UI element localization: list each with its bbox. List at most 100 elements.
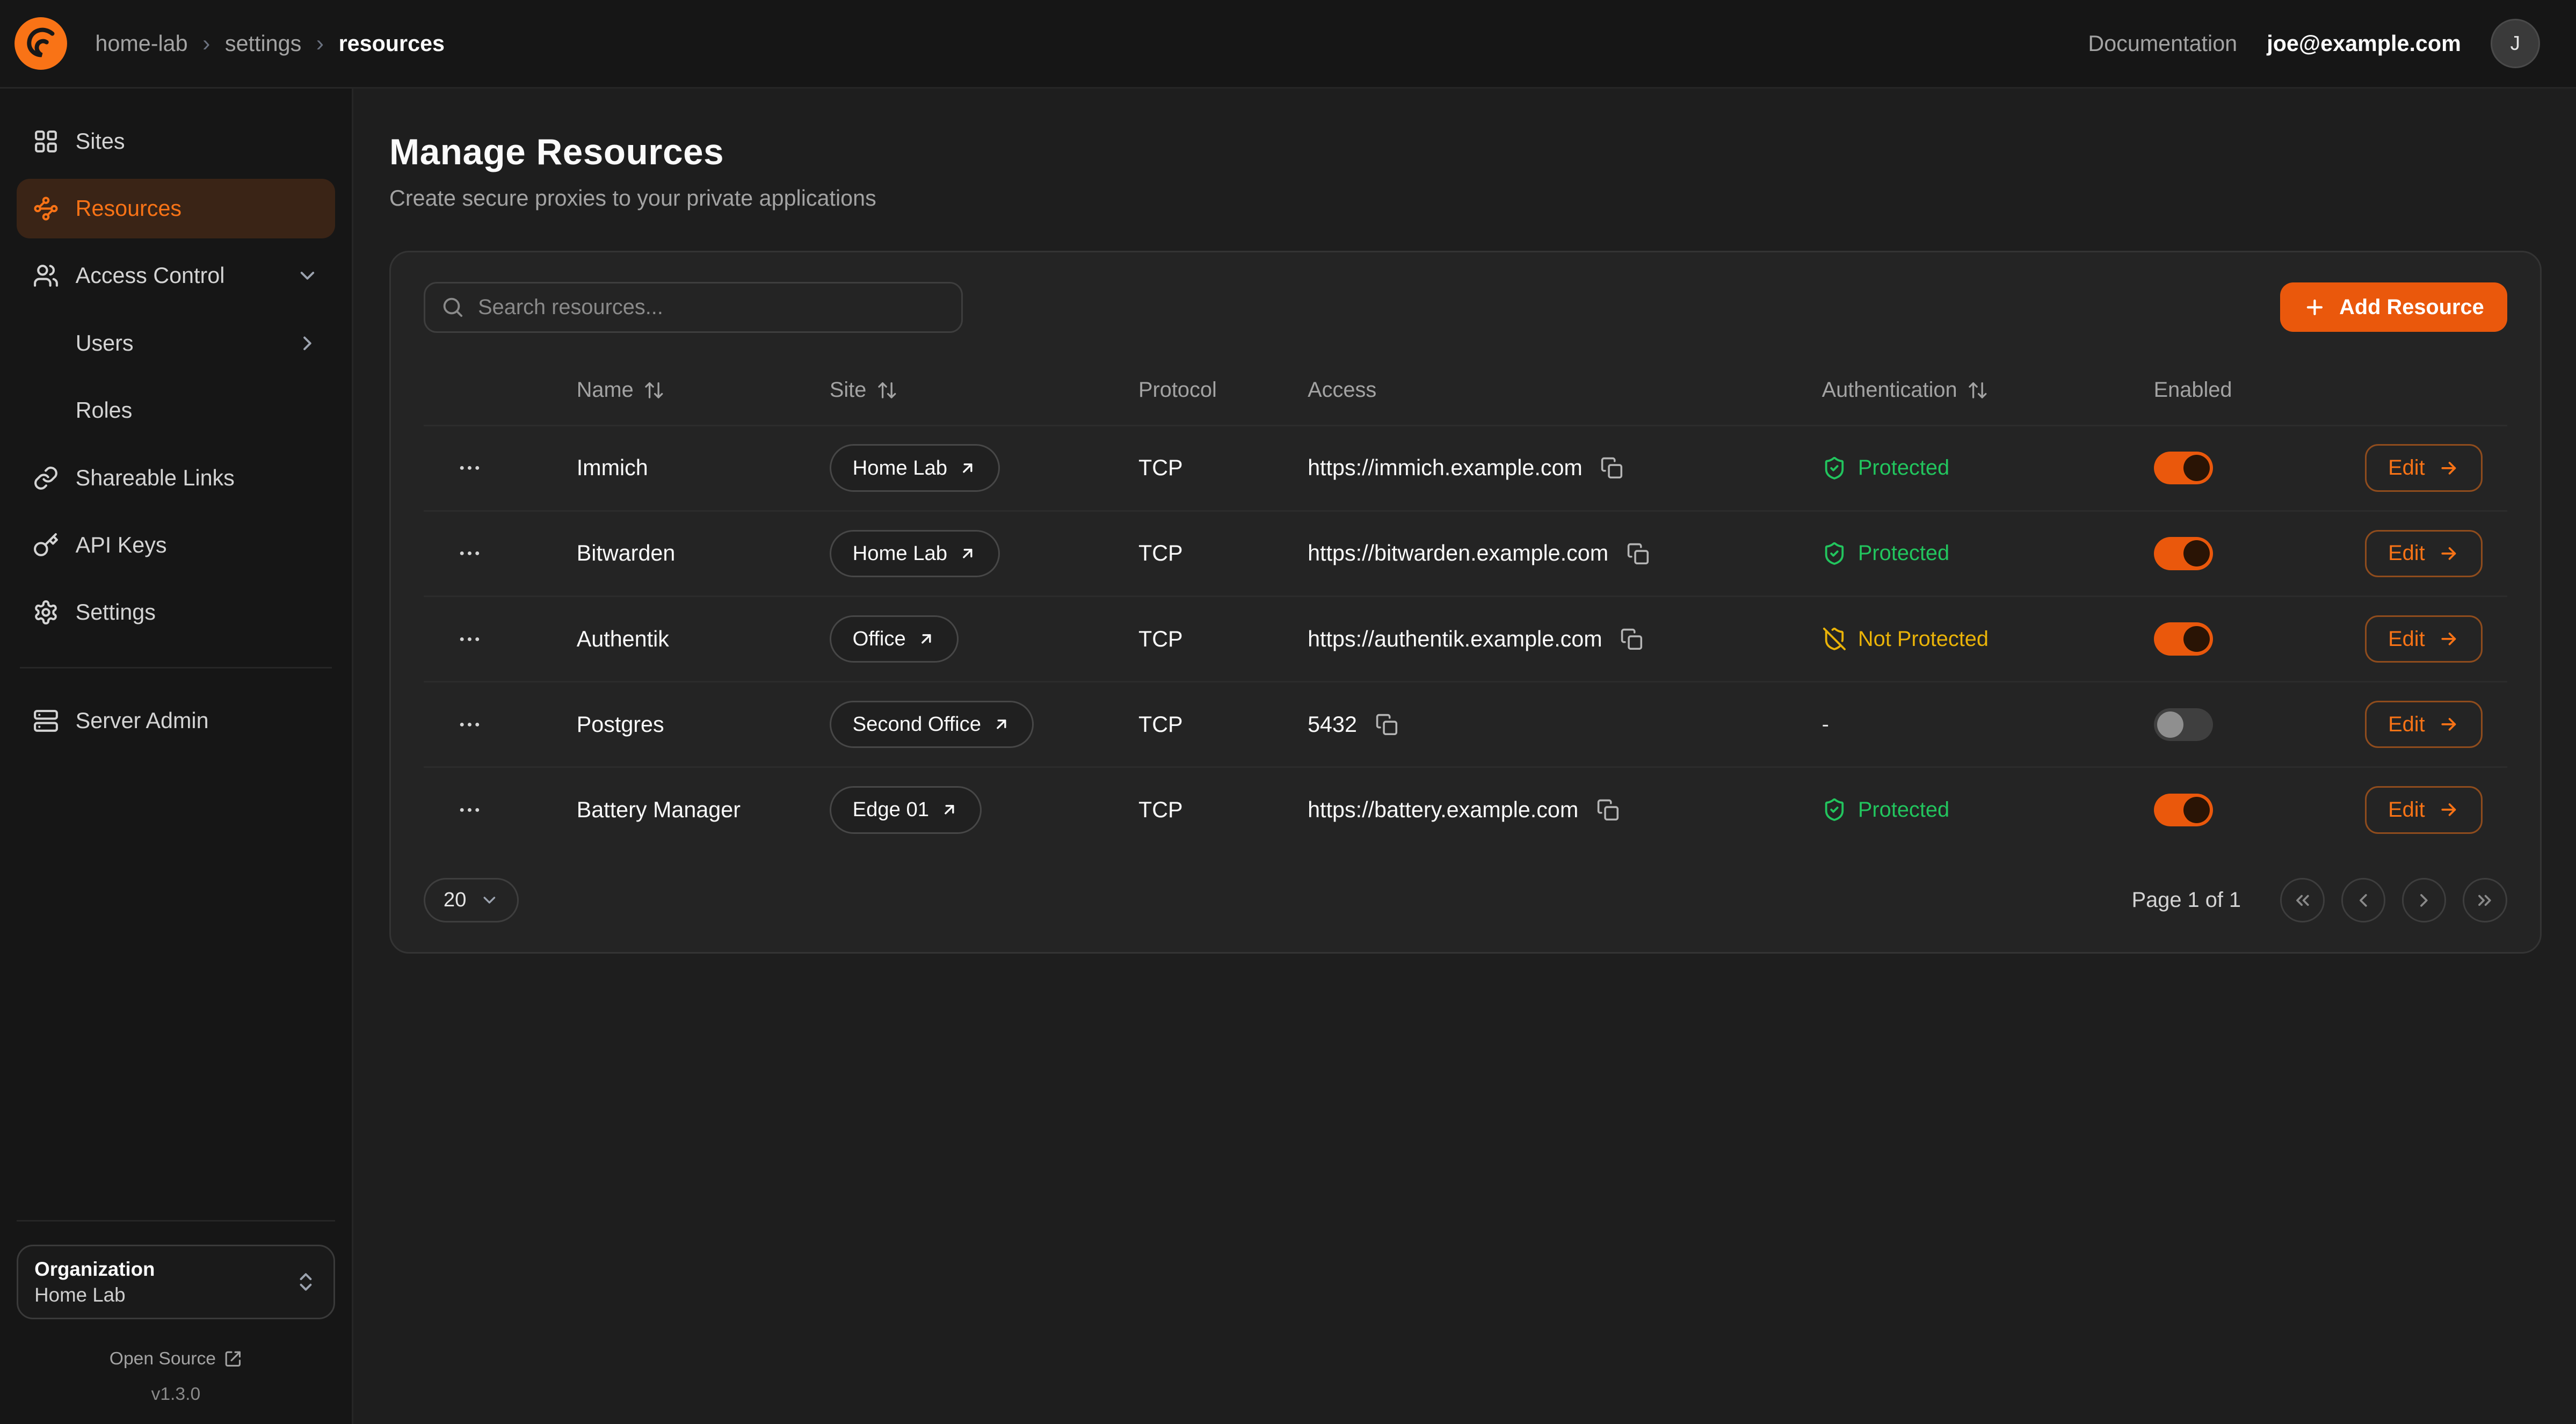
sidebar-item-access-control[interactable]: Access Control <box>17 246 336 306</box>
enabled-toggle[interactable] <box>2154 708 2213 741</box>
last-page-button[interactable] <box>2463 878 2507 922</box>
sidebar-item-label: Roles <box>76 398 133 423</box>
sidebar-item-settings[interactable]: Settings <box>17 583 336 642</box>
sort-icon <box>1967 380 1989 401</box>
chevron-down-icon <box>480 890 499 910</box>
enabled-toggle[interactable] <box>2154 537 2213 570</box>
shield-off-icon <box>1822 627 1847 651</box>
resource-name: Authentik <box>577 627 830 652</box>
auth-status: - <box>1822 713 2154 737</box>
protocol: TCP <box>1138 797 1308 823</box>
external-link-icon <box>224 1350 242 1368</box>
search-box <box>424 282 962 333</box>
column-header-authentication[interactable]: Authentication <box>1822 378 2154 402</box>
plus-icon <box>2303 296 2326 319</box>
open-source-link[interactable]: Open Source <box>17 1349 336 1369</box>
column-header-name[interactable]: Name <box>577 378 830 402</box>
sidebar-item-users[interactable]: Users <box>17 314 336 373</box>
site-link[interactable]: Home Lab <box>830 444 1000 492</box>
row-actions-button[interactable] <box>450 619 489 658</box>
copy-button[interactable] <box>1617 624 1646 653</box>
page-size-select[interactable]: 20 <box>424 878 519 922</box>
column-header-site[interactable]: Site <box>830 378 1138 402</box>
breadcrumb-separator: › <box>316 31 324 57</box>
auth-status: Protected <box>1822 456 2154 481</box>
app-logo[interactable] <box>13 16 69 71</box>
search-icon <box>440 295 465 319</box>
ellipsis-icon <box>456 626 483 652</box>
breadcrumb-settings[interactable]: settings <box>225 31 301 56</box>
sidebar-item-label: Server Admin <box>76 708 209 733</box>
resource-name: Battery Manager <box>577 797 830 823</box>
avatar[interactable]: J <box>2491 19 2540 68</box>
sort-icon <box>876 380 898 401</box>
chevrons-left-icon <box>2292 890 2313 911</box>
edit-button[interactable]: Edit <box>2365 701 2482 749</box>
row-actions-button[interactable] <box>450 448 489 488</box>
sidebar-item-sites[interactable]: Sites <box>17 112 336 171</box>
documentation-link[interactable]: Documentation <box>2088 31 2237 56</box>
site-link[interactable]: Home Lab <box>830 530 1000 578</box>
sidebar-item-server-admin[interactable]: Server Admin <box>17 692 336 751</box>
copy-button[interactable] <box>1623 539 1653 568</box>
edit-button[interactable]: Edit <box>2365 530 2482 578</box>
row-actions-button[interactable] <box>450 534 489 573</box>
edit-button[interactable]: Edit <box>2365 786 2482 834</box>
enabled-toggle[interactable] <box>2154 622 2213 655</box>
organization-selector[interactable]: Organization Home Lab <box>17 1245 336 1319</box>
table-row: Authentik Office TCP https://authentik.e… <box>424 595 2507 681</box>
previous-page-button[interactable] <box>2341 878 2386 922</box>
ellipsis-icon <box>456 540 483 566</box>
sidebar-item-resources[interactable]: Resources <box>17 179 336 238</box>
protocol: TCP <box>1138 455 1308 481</box>
access-url: https://authentik.example.com <box>1308 627 1602 652</box>
row-actions-button[interactable] <box>450 704 489 744</box>
resource-name: Bitwarden <box>577 541 830 566</box>
key-icon <box>33 532 59 558</box>
sidebar-item-api-keys[interactable]: API Keys <box>17 515 336 575</box>
protocol: TCP <box>1138 627 1308 652</box>
sidebar-item-label: Shareable Links <box>76 466 235 491</box>
copy-icon <box>1627 542 1650 565</box>
users-icon <box>33 263 59 289</box>
search-input[interactable] <box>424 282 962 333</box>
site-link[interactable]: Second Office <box>830 701 1034 749</box>
copy-button[interactable] <box>1372 710 1401 739</box>
main-content: Manage Resources Create secure proxies t… <box>353 89 2576 1424</box>
edit-button[interactable]: Edit <box>2365 615 2482 663</box>
breadcrumb-org[interactable]: home-lab <box>95 31 187 56</box>
column-header-access: Access <box>1308 378 1822 402</box>
page-subtitle: Create secure proxies to your private ap… <box>389 186 2542 211</box>
gear-icon <box>33 599 59 626</box>
site-link[interactable]: Edge 01 <box>830 786 982 834</box>
row-actions-button[interactable] <box>450 790 489 829</box>
access-url: https://bitwarden.example.com <box>1308 541 1608 566</box>
add-resource-button[interactable]: Add Resource <box>2280 282 2507 332</box>
sidebar-bottom: Organization Home Lab Open Source v1.3.0 <box>17 1220 336 1404</box>
arrow-up-right-icon <box>959 459 977 477</box>
auth-status: Protected <box>1822 541 2154 566</box>
enabled-toggle[interactable] <box>2154 794 2213 826</box>
sidebar-item-shareable-links[interactable]: Shareable Links <box>17 448 336 507</box>
first-page-button[interactable] <box>2280 878 2325 922</box>
next-page-button[interactable] <box>2402 878 2447 922</box>
copy-button[interactable] <box>1593 795 1623 825</box>
edit-button[interactable]: Edit <box>2365 444 2482 492</box>
sidebar-divider <box>20 667 332 669</box>
copy-icon <box>1620 628 1643 651</box>
copy-button[interactable] <box>1597 453 1627 483</box>
table-row: Bitwarden Home Lab TCP https://bitwarden… <box>424 510 2507 595</box>
sidebar-item-roles[interactable]: Roles <box>17 381 336 440</box>
add-resource-label: Add Resource <box>2339 295 2484 319</box>
table-row: Postgres Second Office TCP 5432 <box>424 681 2507 766</box>
arrow-up-right-icon <box>959 544 977 563</box>
copy-icon <box>1375 713 1398 736</box>
breadcrumb-resources[interactable]: resources <box>339 31 445 56</box>
sidebar-item-label: Users <box>76 331 134 356</box>
shield-check-icon <box>1822 456 1847 481</box>
resources-card: Add Resource Name Site <box>389 251 2542 954</box>
enabled-toggle[interactable] <box>2154 452 2213 484</box>
column-header-enabled: Enabled <box>2154 378 2318 402</box>
site-link[interactable]: Office <box>830 615 959 663</box>
arrow-up-right-icon <box>940 801 959 819</box>
